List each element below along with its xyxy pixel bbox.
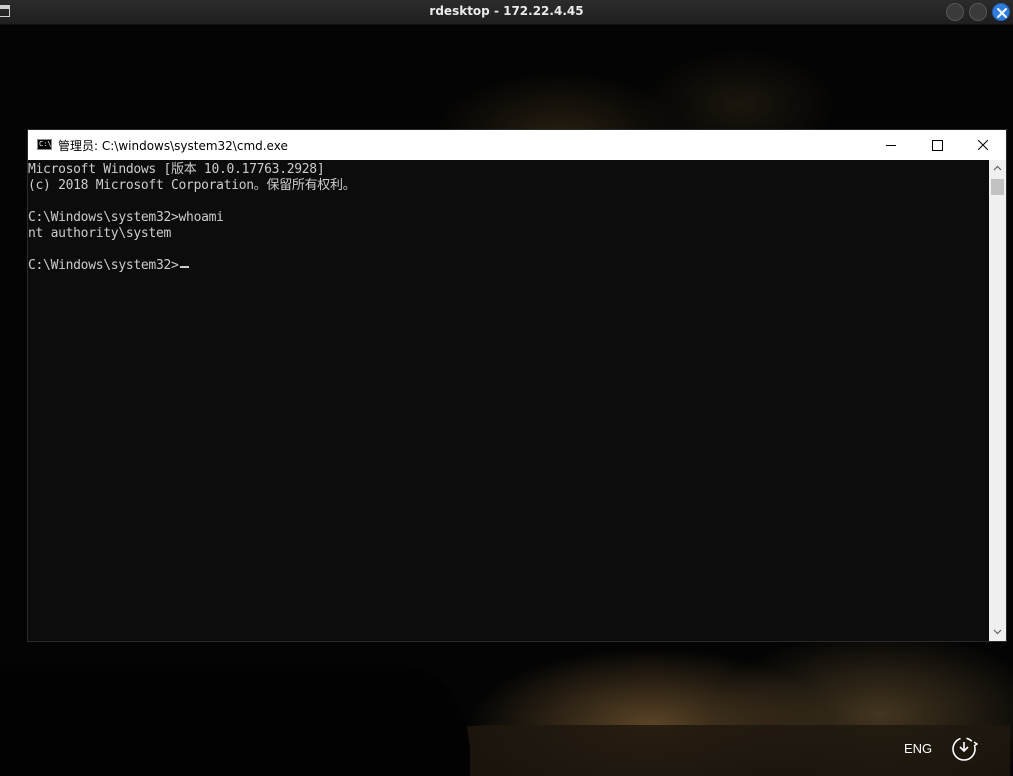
close-button[interactable] (960, 130, 1006, 160)
text-cursor (179, 266, 189, 268)
vertical-scrollbar[interactable] (989, 160, 1006, 641)
scrollbar-thumb[interactable] (991, 179, 1004, 195)
language-indicator[interactable]: ENG (904, 741, 932, 756)
host-minimize-button[interactable] (946, 3, 964, 21)
console-line: (c) 2018 Microsoft Corporation。保留所有权利。 (28, 178, 356, 193)
scroll-up-button[interactable] (989, 160, 1006, 177)
background-silhouette (0, 665, 470, 776)
maximize-button[interactable] (914, 130, 960, 160)
cmd-icon-label: C:\ (39, 140, 52, 148)
console-output[interactable]: Microsoft Windows [版本 10.0.17763.2928] (… (28, 160, 989, 641)
console-line: Microsoft Windows [版本 10.0.17763.2928] (28, 162, 325, 177)
console-line: C:\Windows\system32>whoami (28, 210, 224, 225)
close-icon (997, 8, 1007, 18)
host-title-bar: rdesktop - 172.22.4.45 (0, 0, 1013, 25)
screen: rdesktop - 172.22.4.45 ENG C:\ 管理员: C:\w… (0, 0, 1013, 776)
cmd-window[interactable]: C:\ 管理员: C:\windows\system32\cmd.exe Mic… (28, 130, 1006, 641)
chevron-up-icon (993, 165, 1002, 171)
cmd-title-bar[interactable]: C:\ 管理员: C:\windows\system32\cmd.exe (28, 130, 1006, 160)
host-window-title: rdesktop - 172.22.4.45 (429, 4, 584, 18)
host-maximize-button[interactable] (969, 3, 987, 21)
console-prompt: C:\Windows\system32> (28, 258, 179, 273)
clock-download-icon[interactable] (950, 734, 982, 764)
scroll-down-button[interactable] (989, 624, 1006, 641)
minimize-button[interactable] (868, 130, 914, 160)
console-prompt-line[interactable]: C:\Windows\system32> (28, 258, 189, 274)
chevron-down-icon (993, 629, 1002, 635)
host-close-button[interactable] (992, 3, 1010, 21)
cmd-app-icon[interactable]: C:\ (37, 139, 52, 150)
close-icon (978, 140, 988, 150)
cmd-window-title: 管理员: C:\windows\system32\cmd.exe (58, 139, 288, 153)
console-line: nt authority\system (28, 226, 172, 241)
